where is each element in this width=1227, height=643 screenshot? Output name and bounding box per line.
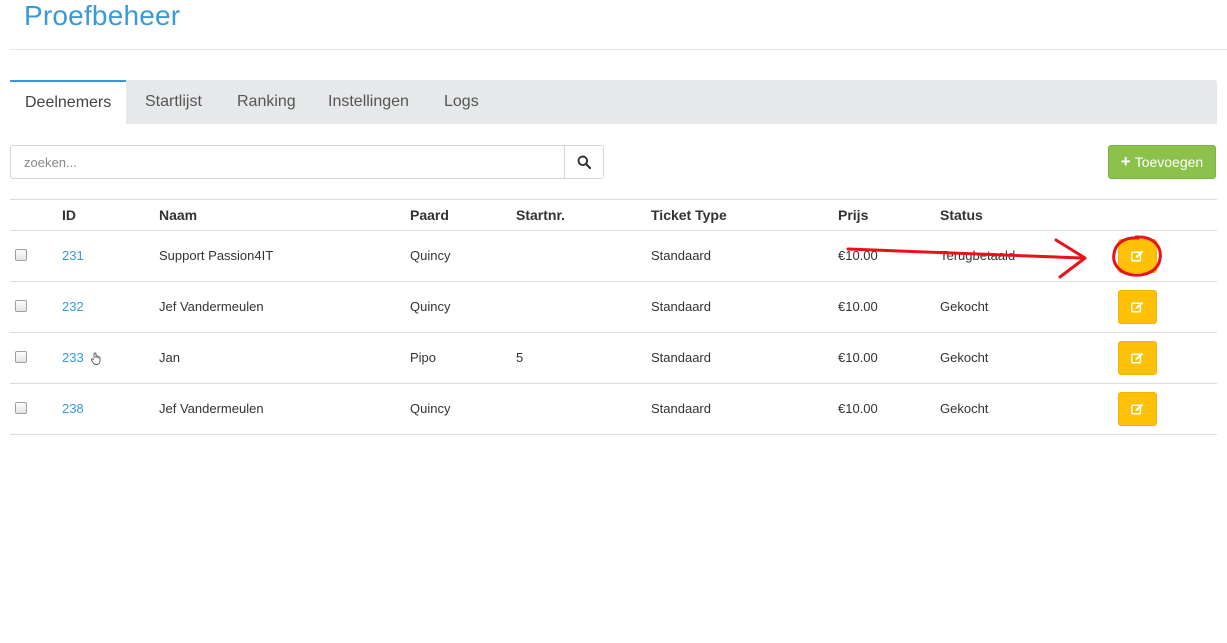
- add-participant-button[interactable]: + Toevoegen: [1108, 145, 1216, 179]
- row-id-link[interactable]: 238: [62, 384, 84, 434]
- search-button[interactable]: [564, 146, 603, 178]
- table-row: 238 Jef Vandermeulen Quincy Standaard €1…: [10, 384, 1217, 435]
- row-prijs: €10.00: [838, 350, 878, 365]
- search-group: [10, 145, 604, 179]
- tab-instellingen[interactable]: Instellingen: [313, 80, 424, 124]
- row-naam: Jan: [159, 350, 180, 365]
- tab-deelnemers[interactable]: Deelnemers: [10, 80, 127, 124]
- tab-startlijst[interactable]: Startlijst: [130, 80, 217, 124]
- search-icon: [577, 155, 591, 169]
- row-status: Terugbetaald: [940, 248, 1016, 263]
- row-naam: Support Passion4IT: [159, 248, 274, 263]
- page-title: Proefbeheer: [24, 0, 181, 31]
- title-divider: [10, 49, 1227, 50]
- column-header-startnr[interactable]: Startnr.: [516, 200, 565, 231]
- column-header-naam[interactable]: Naam: [159, 200, 197, 231]
- edit-button[interactable]: [1118, 341, 1157, 375]
- add-button-label: Toevoegen: [1134, 154, 1204, 170]
- column-header-ticket-type[interactable]: Ticket Type: [651, 200, 727, 231]
- row-ticket-type: Standaard: [651, 401, 711, 416]
- row-checkbox[interactable]: [15, 249, 27, 261]
- edit-button[interactable]: [1118, 290, 1157, 324]
- row-paard: Quincy: [410, 299, 451, 314]
- tab-logs[interactable]: Logs: [429, 80, 494, 124]
- row-startnr: 5: [516, 350, 524, 365]
- plus-icon: +: [1120, 152, 1131, 171]
- tab-ranking[interactable]: Ranking: [222, 80, 311, 124]
- table-row: 231 Support Passion4IT Quincy Standaard …: [10, 231, 1217, 282]
- table-row: 233 Jan Pipo 5 Standaard €10.00 Gekocht: [10, 333, 1217, 384]
- row-id-link[interactable]: 233: [62, 333, 102, 383]
- row-id-text[interactable]: 233: [62, 350, 84, 365]
- row-id-link[interactable]: 231: [62, 231, 84, 281]
- column-header-status[interactable]: Status: [940, 200, 983, 231]
- edit-button[interactable]: [1118, 239, 1157, 273]
- row-paard: Quincy: [410, 248, 451, 263]
- tab-bar: Deelnemers Startlijst Ranking Instelling…: [10, 80, 1217, 124]
- edit-button[interactable]: [1118, 392, 1157, 426]
- row-ticket-type: Standaard: [651, 350, 711, 365]
- row-checkbox[interactable]: [15, 351, 27, 363]
- edit-icon: [1131, 352, 1144, 364]
- row-status: Gekocht: [940, 299, 989, 314]
- row-status: Gekocht: [940, 401, 989, 416]
- row-paard: Quincy: [410, 401, 451, 416]
- table-header: ID Naam Paard Startnr. Ticket Type Prijs…: [10, 199, 1217, 231]
- row-ticket-type: Standaard: [651, 248, 711, 263]
- participants-table: ID Naam Paard Startnr. Ticket Type Prijs…: [10, 199, 1217, 435]
- column-header-paard[interactable]: Paard: [410, 200, 449, 231]
- row-prijs: €10.00: [838, 248, 878, 263]
- row-checkbox[interactable]: [15, 402, 27, 414]
- edit-icon: [1131, 301, 1144, 313]
- row-status: Gekocht: [940, 350, 989, 365]
- row-paard: Pipo: [410, 350, 437, 365]
- column-header-id[interactable]: ID: [62, 200, 76, 231]
- row-checkbox[interactable]: [15, 300, 27, 312]
- edit-icon: [1131, 403, 1144, 415]
- row-prijs: €10.00: [838, 401, 878, 416]
- row-naam: Jef Vandermeulen: [159, 299, 264, 314]
- column-header-prijs[interactable]: Prijs: [838, 200, 868, 231]
- edit-icon: [1131, 250, 1144, 262]
- table-row: 232 Jef Vandermeulen Quincy Standaard €1…: [10, 282, 1217, 333]
- row-id-link[interactable]: 232: [62, 282, 84, 332]
- hand-pointer-icon: [91, 352, 101, 366]
- row-naam: Jef Vandermeulen: [159, 401, 264, 416]
- search-input[interactable]: [11, 146, 565, 178]
- row-ticket-type: Standaard: [651, 299, 711, 314]
- row-prijs: €10.00: [838, 299, 878, 314]
